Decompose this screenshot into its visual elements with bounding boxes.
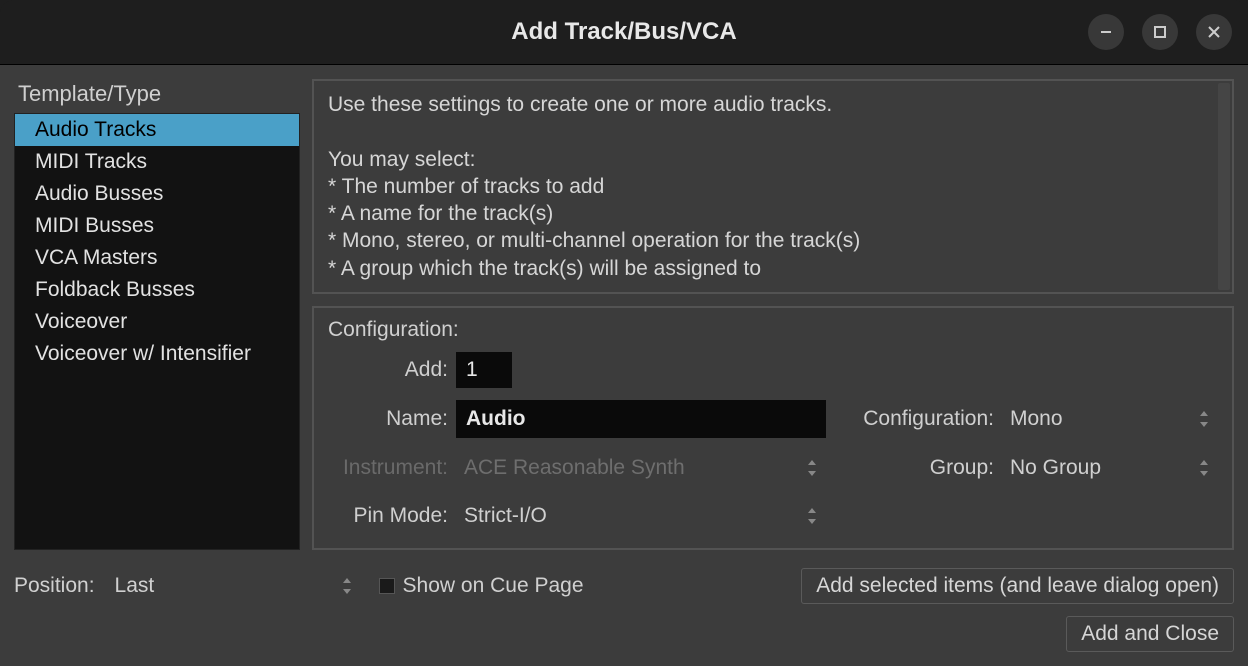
sidebar: Template/Type Audio Tracks MIDI Tracks A… <box>14 79 300 550</box>
add-and-close-button[interactable]: Add and Close <box>1066 616 1234 652</box>
add-input[interactable] <box>456 352 512 388</box>
configuration-dropdown[interactable]: Mono <box>1002 401 1218 437</box>
maximize-icon <box>1152 24 1168 40</box>
name-input[interactable] <box>456 400 826 438</box>
close-button[interactable] <box>1196 14 1232 50</box>
show-cue-checkbox-wrap: Show on Cue Page <box>379 574 584 598</box>
chevron-updown-icon <box>1198 459 1210 477</box>
description-text: Use these settings to create one or more… <box>328 91 1218 282</box>
pin-mode-label: Pin Mode: <box>328 504 448 528</box>
close-icon <box>1206 24 1222 40</box>
titlebar: Add Track/Bus/VCA <box>0 0 1248 64</box>
close-row: Add and Close <box>14 604 1234 652</box>
right-panel: Use these settings to create one or more… <box>312 79 1234 550</box>
sidebar-title: Template/Type <box>14 79 300 113</box>
sidebar-item-midi-tracks[interactable]: MIDI Tracks <box>15 146 299 178</box>
add-label: Add: <box>328 358 448 382</box>
description-box: Use these settings to create one or more… <box>312 79 1234 294</box>
add-track-dialog: Add Track/Bus/VCA Template/Type Audio Tr… <box>0 0 1248 666</box>
chevron-updown-icon <box>806 507 818 525</box>
minimize-icon <box>1098 24 1114 40</box>
configuration-label: Configuration: <box>834 407 994 431</box>
sidebar-item-foldback-busses[interactable]: Foldback Busses <box>15 274 299 306</box>
window-title: Add Track/Bus/VCA <box>511 18 736 46</box>
sidebar-list: Audio Tracks MIDI Tracks Audio Busses MI… <box>14 113 300 550</box>
main-row: Template/Type Audio Tracks MIDI Tracks A… <box>14 79 1234 550</box>
show-cue-label: Show on Cue Page <box>403 574 584 598</box>
configuration-title: Configuration: <box>328 318 1218 342</box>
maximize-button[interactable] <box>1142 14 1178 50</box>
chevron-updown-icon <box>1198 410 1210 428</box>
sidebar-item-vca-masters[interactable]: VCA Masters <box>15 242 299 274</box>
instrument-dropdown: ACE Reasonable Synth <box>456 450 826 486</box>
add-leave-open-button[interactable]: Add selected items (and leave dialog ope… <box>801 568 1234 604</box>
configuration-section: Configuration: Add: Name: Configuration:… <box>312 306 1234 550</box>
sidebar-item-midi-busses[interactable]: MIDI Busses <box>15 210 299 242</box>
sidebar-item-voiceover[interactable]: Voiceover <box>15 306 299 338</box>
config-form: Add: Name: Configuration: Mono <box>328 352 1218 534</box>
instrument-label: Instrument: <box>328 456 448 480</box>
chevron-updown-icon <box>341 577 353 595</box>
group-dropdown[interactable]: No Group <box>1002 450 1218 486</box>
show-cue-checkbox[interactable] <box>379 578 395 594</box>
window-controls <box>1088 14 1232 50</box>
sidebar-item-voiceover-intensifier[interactable]: Voiceover w/ Intensifier <box>15 338 299 370</box>
minimize-button[interactable] <box>1088 14 1124 50</box>
position-label: Position: <box>14 574 95 598</box>
bottom-row: Position: Last Show on Cue Page Add sele… <box>14 550 1234 604</box>
content-area: Template/Type Audio Tracks MIDI Tracks A… <box>0 64 1248 666</box>
description-scrollbar[interactable] <box>1218 83 1230 290</box>
pin-mode-dropdown[interactable]: Strict-I/O <box>456 498 826 534</box>
chevron-updown-icon <box>806 459 818 477</box>
sidebar-item-audio-busses[interactable]: Audio Busses <box>15 178 299 210</box>
sidebar-item-audio-tracks[interactable]: Audio Tracks <box>15 114 299 146</box>
position-dropdown[interactable]: Last <box>107 568 361 604</box>
name-label: Name: <box>328 407 448 431</box>
group-label: Group: <box>834 456 994 480</box>
